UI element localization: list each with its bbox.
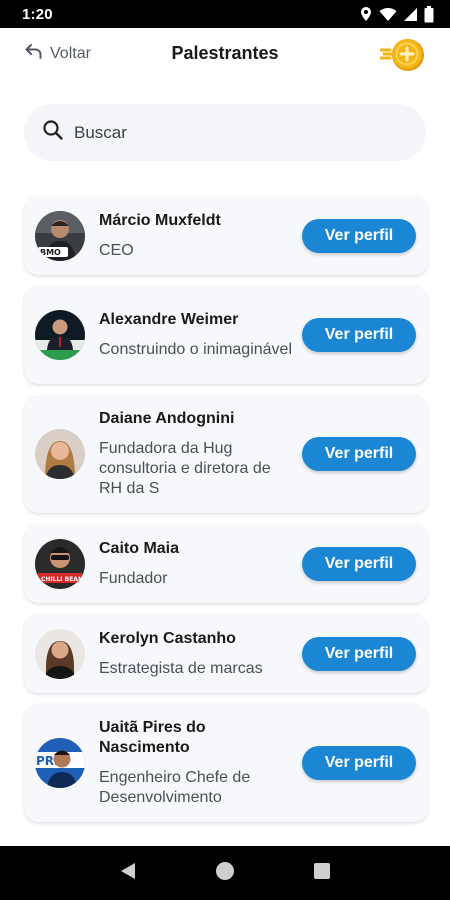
speaker-role: Engenheiro Chefe de Desenvolvimento <box>99 769 251 806</box>
battery-icon <box>424 5 434 23</box>
speaker-role: Estrategista de marcas <box>99 659 263 677</box>
view-profile-button[interactable]: Ver perfil <box>302 546 416 581</box>
home-circle-icon[interactable] <box>215 861 235 886</box>
status-bar: 1:20 <box>0 0 450 28</box>
status-icons <box>359 5 434 23</box>
svg-text:BMO: BMO <box>40 248 61 257</box>
speaker-card: CHILLI BEANS Caito Maia Fundador Ver per… <box>24 524 428 603</box>
view-profile-button[interactable]: Ver perfil <box>302 437 416 471</box>
speaker-list: BMO Márcio Muxfeldt CEO Ver perfil Alexa… <box>24 196 428 833</box>
speaker-info: Caito Maia Fundador <box>99 539 302 589</box>
speaker-info: Alexandre Weimer Construindo o inimaginá… <box>99 310 302 360</box>
speaker-card: Alexandre Weimer Construindo o inimaginá… <box>24 286 428 384</box>
avatar: BMO <box>35 210 85 261</box>
svg-text:CHILLI BEANS: CHILLI BEANS <box>41 576 85 583</box>
speaker-card: Kerolyn Castanho Estrategista de marcas … <box>24 614 428 693</box>
back-triangle-icon[interactable] <box>119 861 137 886</box>
avatar: PRE <box>35 738 85 788</box>
speaker-info: Daiane Andognini Fundadora da Hug consul… <box>99 409 302 499</box>
speaker-card: Daiane Andognini Fundadora da Hug consul… <box>24 395 428 513</box>
status-time: 1:20 <box>22 5 53 23</box>
view-profile-button[interactable]: Ver perfil <box>302 218 416 253</box>
recents-square-icon[interactable] <box>313 862 331 885</box>
speaker-name: Daiane Andognini <box>99 410 235 427</box>
search-input[interactable] <box>74 122 394 143</box>
signal-icon <box>403 7 418 22</box>
avatar: CHILLI BEANS <box>35 538 85 589</box>
avatar <box>35 429 85 479</box>
view-profile-button[interactable]: Ver perfil <box>302 318 416 352</box>
location-icon <box>359 6 373 22</box>
speaker-card: PRE Uaitã Pires do Nascimento Engenheiro… <box>24 704 428 822</box>
speaker-name: Kerolyn Castanho <box>99 629 236 647</box>
speaker-name: Caito Maia <box>99 539 180 557</box>
search-bar[interactable] <box>24 104 426 161</box>
speaker-info: Kerolyn Castanho Estrategista de marcas <box>99 629 302 679</box>
avatar <box>35 628 85 679</box>
header: Voltar Palestrantes <box>0 28 450 80</box>
system-nav-bar <box>0 846 450 900</box>
speaker-role: Fundador <box>99 569 168 587</box>
speaker-card: BMO Márcio Muxfeldt CEO Ver perfil <box>24 196 428 275</box>
speaker-info: Márcio Muxfeldt CEO <box>99 211 302 261</box>
wifi-icon <box>379 7 397 22</box>
speaker-role: CEO <box>99 241 134 259</box>
view-profile-button[interactable]: Ver perfil <box>302 636 416 671</box>
view-profile-button[interactable]: Ver perfil <box>302 746 416 780</box>
speaker-name: Uaitã Pires do Nascimento <box>99 719 206 756</box>
speaker-role: Fundadora da Hug consultoria e diretora … <box>99 440 271 497</box>
coin-icon[interactable] <box>379 36 428 74</box>
speaker-role: Construindo o inimaginável <box>99 341 292 358</box>
speaker-info: Uaitã Pires do Nascimento Engenheiro Che… <box>99 718 302 808</box>
speaker-name: Alexandre Weimer <box>99 311 239 328</box>
speaker-name: Márcio Muxfeldt <box>99 211 221 229</box>
avatar <box>35 310 85 360</box>
search-icon <box>42 119 64 146</box>
